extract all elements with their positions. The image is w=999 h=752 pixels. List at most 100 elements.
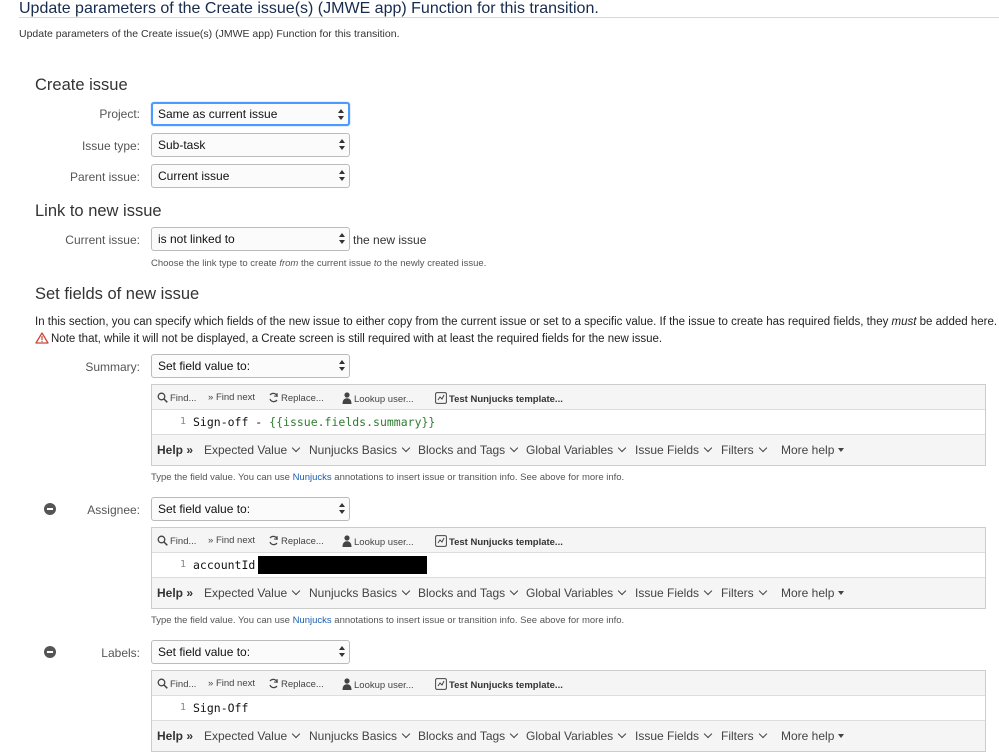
test-template-button[interactable]: Test Nunjucks template... <box>435 678 563 691</box>
redacted-block <box>258 556 427 574</box>
summary-label: Summary: <box>85 360 140 374</box>
expected-value-menu[interactable]: Expected Value <box>204 729 301 743</box>
global-variables-menu[interactable]: Global Variables <box>526 443 627 457</box>
editor-toolbar: Find... » Find next Replace... Lookup us… <box>152 671 985 696</box>
replace-button[interactable]: Replace... <box>268 535 324 547</box>
code-line[interactable]: 1 Sign-Off <box>152 696 985 721</box>
user-icon <box>342 678 352 690</box>
test-template-button[interactable]: Test Nunjucks template... <box>435 392 563 405</box>
chevron-down-icon <box>401 586 411 596</box>
find-button[interactable]: Find... <box>157 535 196 547</box>
nunjucks-link[interactable]: Nunjucks <box>293 472 332 483</box>
issue-fields-menu[interactable]: Issue Fields <box>635 729 713 743</box>
help-bar: Help » Expected Value Nunjucks Basics Bl… <box>152 721 985 751</box>
page-title: Update parameters of the Create issue(s)… <box>19 0 599 17</box>
chevron-down-icon <box>758 586 767 596</box>
test-template-button[interactable]: Test Nunjucks template... <box>435 535 563 548</box>
warning-icon <box>35 332 49 344</box>
nunjucks-link[interactable]: Nunjucks <box>293 615 332 626</box>
link-type-select-value: is not linked to <box>158 232 235 246</box>
chevron-down-icon <box>291 729 301 739</box>
double-chevron-icon: » <box>208 678 214 689</box>
find-button[interactable]: Find... <box>157 392 196 404</box>
assignee-mode-select[interactable]: Set field value to: <box>151 497 350 521</box>
chevron-down-icon <box>617 586 627 596</box>
project-select[interactable]: Same as current issue <box>151 102 350 126</box>
help-label: Help » <box>157 729 194 743</box>
labels-editor: Find... » Find next Replace... Lookup us… <box>151 670 986 752</box>
user-icon <box>342 392 352 404</box>
project-select-value: Same as current issue <box>158 107 278 121</box>
select-arrows-icon <box>339 233 346 245</box>
filters-menu[interactable]: Filters <box>721 729 767 743</box>
replace-icon <box>269 678 278 689</box>
issue-type-select-value: Sub-task <box>158 138 206 152</box>
select-arrows-icon <box>339 646 346 658</box>
test-template-icon <box>435 392 447 404</box>
editor-toolbar: Find... » Find next Replace... Lookup us… <box>152 528 985 553</box>
filters-menu[interactable]: Filters <box>721 443 767 457</box>
caret-down-icon <box>838 591 845 595</box>
nunjucks-basics-menu[interactable]: Nunjucks Basics <box>309 586 411 600</box>
editor-toolbar: Find... » Find next Replace... Lookup us… <box>152 385 985 410</box>
page-description: Update parameters of the Create issue(s)… <box>19 28 400 40</box>
replace-button[interactable]: Replace... <box>268 678 324 690</box>
nunjucks-basics-menu[interactable]: Nunjucks Basics <box>309 729 411 743</box>
select-arrows-icon <box>339 360 346 372</box>
more-help-menu[interactable]: More help <box>781 729 845 743</box>
replace-icon <box>269 392 278 403</box>
blocks-and-tags-menu[interactable]: Blocks and Tags <box>418 729 519 743</box>
blocks-and-tags-menu[interactable]: Blocks and Tags <box>418 443 519 457</box>
summary-mode-select[interactable]: Set field value to: <box>151 354 350 378</box>
user-icon <box>342 535 352 547</box>
line-number: 1 <box>180 559 187 570</box>
select-arrows-icon <box>339 503 346 515</box>
lookup-user-button[interactable]: Lookup user... <box>342 392 414 405</box>
summary-editor: Find... » Find next Replace... Lookup us… <box>151 384 986 466</box>
set-fields-description: In this section, you can specify which f… <box>35 316 998 328</box>
find-button[interactable]: Find... <box>157 678 196 690</box>
chevron-down-icon <box>617 729 627 739</box>
global-variables-menu[interactable]: Global Variables <box>526 729 627 743</box>
line-number: 1 <box>180 702 187 713</box>
parent-issue-select[interactable]: Current issue <box>151 164 350 188</box>
expected-value-menu[interactable]: Expected Value <box>204 586 301 600</box>
more-help-menu[interactable]: More help <box>781 586 845 600</box>
filters-menu[interactable]: Filters <box>721 586 767 600</box>
code-line[interactable]: 1 accountId: <box>152 553 985 578</box>
issue-type-label: Issue type: <box>81 139 140 153</box>
labels-mode-value: Set field value to: <box>158 645 251 659</box>
current-issue-label: Current issue: <box>65 233 140 247</box>
search-icon <box>157 535 168 546</box>
double-chevron-icon: » <box>208 535 214 546</box>
assignee-field-hint: Type the field value. You can use Nunjuc… <box>151 615 625 626</box>
lookup-user-button[interactable]: Lookup user... <box>342 535 414 548</box>
caret-down-icon <box>838 734 845 738</box>
find-next-button[interactable]: » Find next <box>208 678 255 689</box>
link-type-select[interactable]: is not linked to <box>151 227 350 251</box>
title-divider <box>19 17 999 18</box>
more-help-menu[interactable]: More help <box>781 443 845 457</box>
expected-value-menu[interactable]: Expected Value <box>204 443 301 457</box>
issue-fields-menu[interactable]: Issue Fields <box>635 443 713 457</box>
find-next-button[interactable]: » Find next <box>208 392 255 403</box>
global-variables-menu[interactable]: Global Variables <box>526 586 627 600</box>
chevron-down-icon <box>509 586 519 596</box>
chevron-down-icon <box>291 443 301 453</box>
link-suffix-text: the new issue <box>353 233 427 247</box>
issue-type-select[interactable]: Sub-task <box>151 133 350 157</box>
help-label: Help » <box>157 443 194 457</box>
link-hint: Choose the link type to create from the … <box>151 258 487 269</box>
code-line[interactable]: 1 Sign-off - {{issue.fields.summary}} <box>152 410 985 435</box>
code-text: Sign-Off <box>193 701 249 715</box>
find-next-button[interactable]: » Find next <box>208 535 255 546</box>
summary-field-hint: Type the field value. You can use Nunjuc… <box>151 472 625 483</box>
nunjucks-basics-menu[interactable]: Nunjucks Basics <box>309 443 411 457</box>
chevron-down-icon <box>509 443 519 453</box>
issue-fields-menu[interactable]: Issue Fields <box>635 586 713 600</box>
labels-mode-select[interactable]: Set field value to: <box>151 640 350 664</box>
code-text: accountId: <box>193 558 263 572</box>
replace-button[interactable]: Replace... <box>268 392 324 404</box>
blocks-and-tags-menu[interactable]: Blocks and Tags <box>418 586 519 600</box>
lookup-user-button[interactable]: Lookup user... <box>342 678 414 691</box>
